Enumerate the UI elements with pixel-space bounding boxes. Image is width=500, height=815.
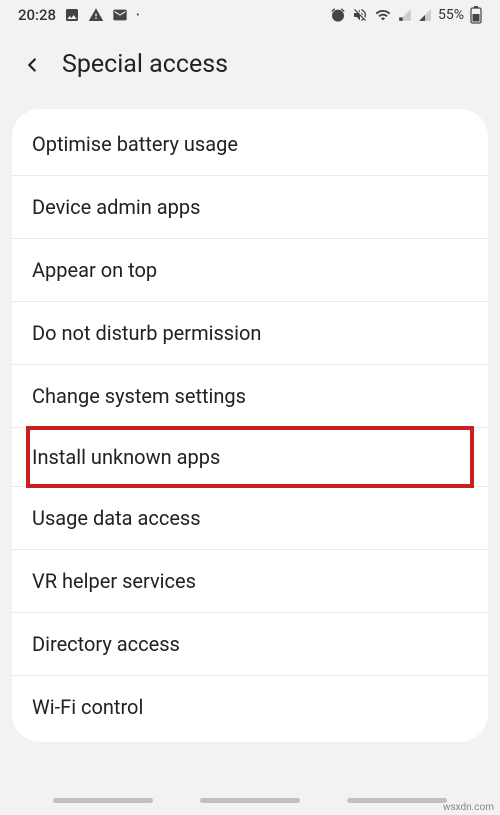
settings-list: Optimise battery usage Device admin apps… (12, 109, 488, 742)
list-item-label: Appear on top (32, 258, 157, 282)
image-icon (64, 7, 80, 23)
mail-icon (112, 7, 128, 23)
watermark: wsxdn.com (443, 802, 494, 813)
item-install-unknown-apps[interactable]: Install unknown apps (12, 426, 488, 487)
item-change-system-settings[interactable]: Change system settings (12, 365, 488, 428)
item-vr-helper-services[interactable]: VR helper services (12, 550, 488, 613)
page-title: Special access (62, 50, 228, 79)
warning-icon (88, 7, 104, 23)
item-directory-access[interactable]: Directory access (12, 613, 488, 676)
wifi-icon (374, 7, 392, 23)
nav-home[interactable] (200, 798, 300, 803)
item-optimise-battery-usage[interactable]: Optimise battery usage (12, 113, 488, 176)
item-device-admin-apps[interactable]: Device admin apps (12, 176, 488, 239)
nav-back[interactable] (347, 798, 447, 803)
nav-recents[interactable] (53, 798, 153, 803)
list-item-label: Directory access (32, 632, 180, 656)
signal-icon-2 (418, 8, 432, 22)
list-item-label: Do not disturb permission (32, 321, 261, 345)
back-button[interactable] (20, 53, 44, 77)
alarm-icon (330, 7, 346, 23)
list-item-label: Change system settings (32, 384, 246, 408)
signal-icon-1 (398, 8, 412, 22)
list-item-label: Wi-Fi control (32, 695, 143, 719)
list-item-label: Optimise battery usage (32, 132, 238, 156)
status-bar: 20:28 • 55% (0, 0, 500, 30)
status-time: 20:28 (18, 6, 56, 24)
navigation-bar (0, 798, 500, 809)
battery-icon (470, 6, 482, 24)
list-item-label: Usage data access (32, 506, 201, 530)
item-usage-data-access[interactable]: Usage data access (12, 487, 488, 550)
mute-icon (352, 7, 368, 23)
list-item-label: VR helper services (32, 569, 196, 593)
highlight-box: Install unknown apps (26, 426, 474, 488)
dot-icon: • (136, 10, 139, 21)
list-item-label: Device admin apps (32, 195, 200, 219)
item-do-not-disturb-permission[interactable]: Do not disturb permission (12, 302, 488, 365)
status-left: 20:28 • (18, 6, 139, 24)
item-wifi-control[interactable]: Wi-Fi control (12, 676, 488, 738)
page-header: Special access (0, 30, 500, 109)
list-item-label: Install unknown apps (32, 445, 220, 469)
battery-text: 55% (438, 7, 464, 23)
item-appear-on-top[interactable]: Appear on top (12, 239, 488, 302)
status-right: 55% (330, 6, 482, 24)
